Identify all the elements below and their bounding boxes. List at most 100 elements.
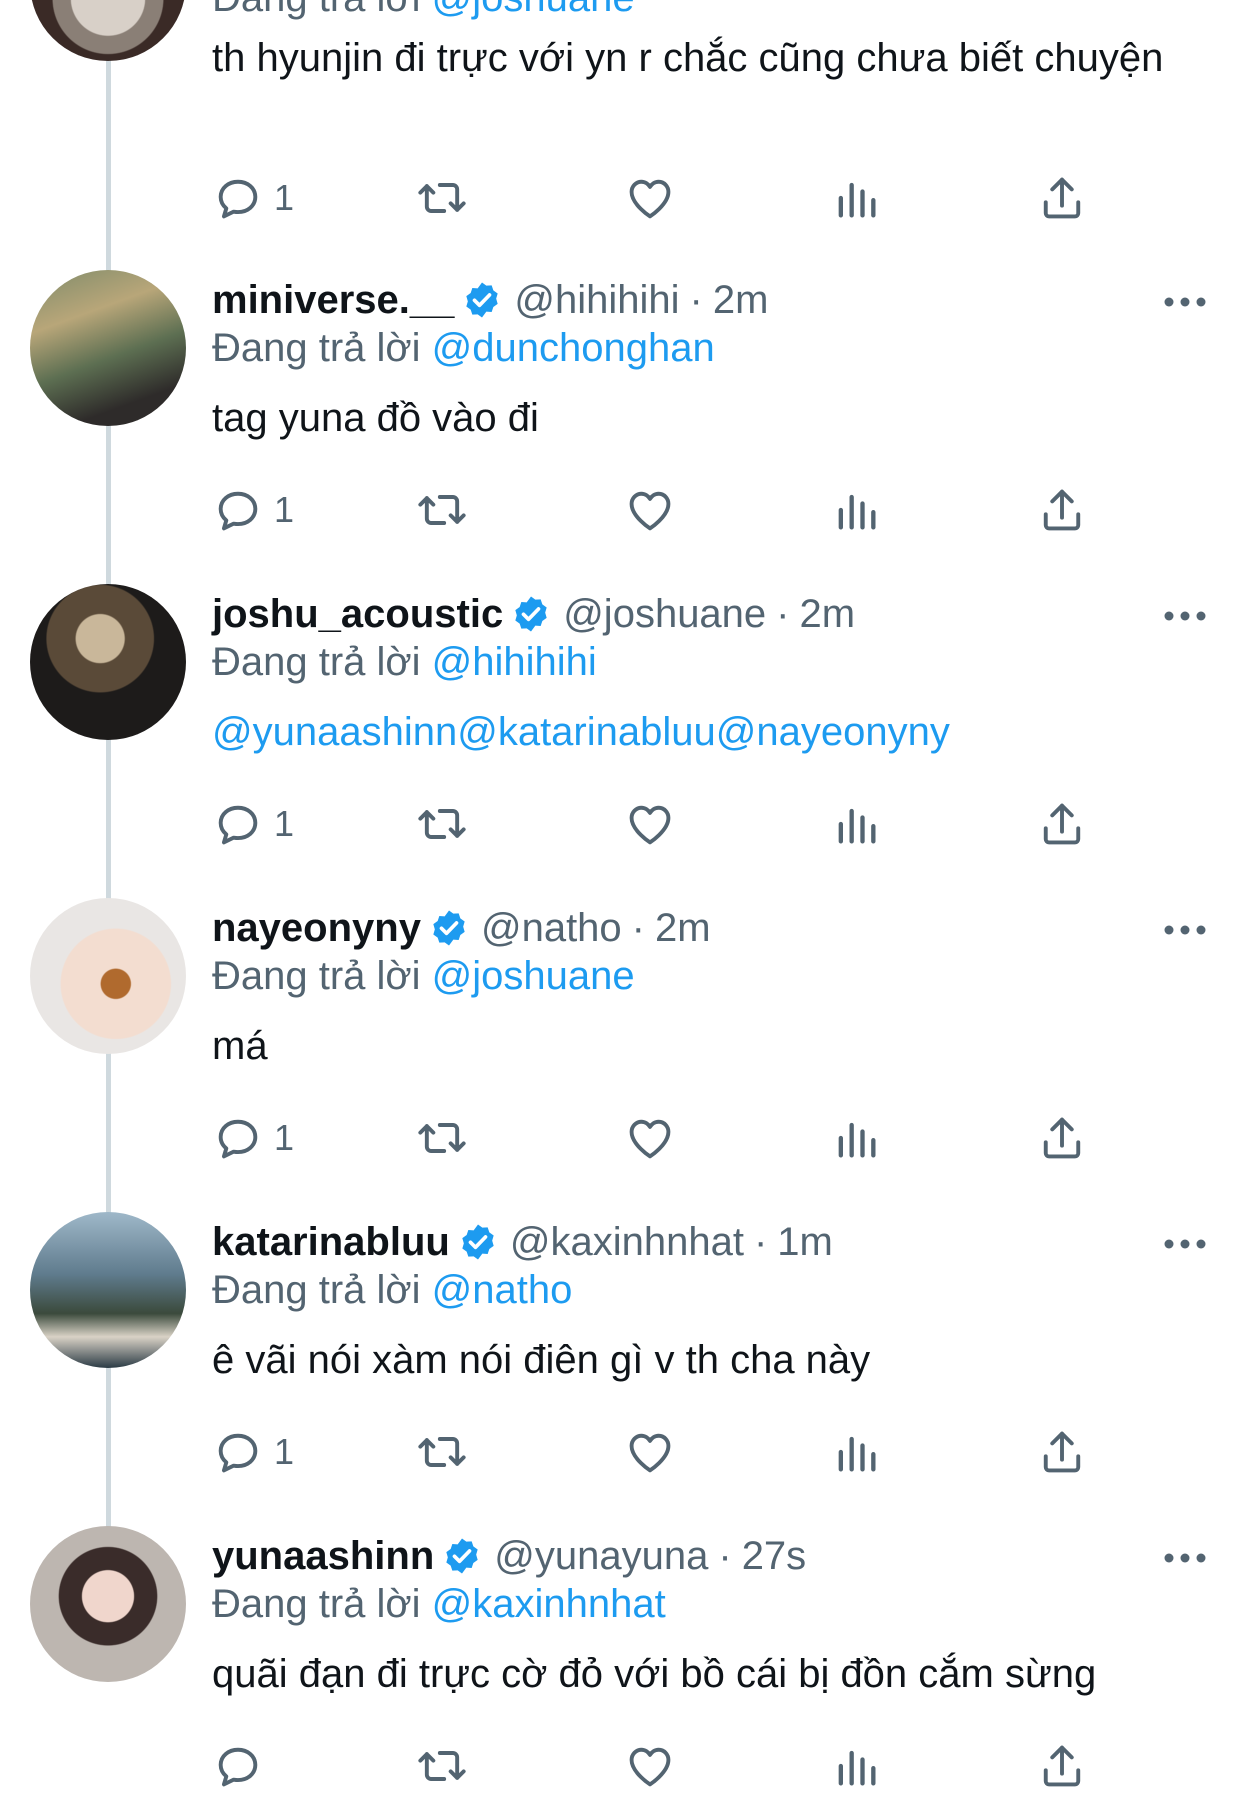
user-handle[interactable]: @yunayuna — [494, 1532, 708, 1580]
verified-badge-icon — [466, 282, 499, 318]
tweet-header: nayeonyny @natho · 2m — [212, 904, 711, 952]
user-handle[interactable]: @natho — [481, 904, 622, 952]
display-name[interactable]: miniverse.__ — [212, 276, 454, 324]
avatar[interactable] — [30, 1526, 186, 1682]
verified-badge-icon — [446, 1538, 478, 1574]
more-icon[interactable] — [1160, 1234, 1210, 1254]
share-button[interactable] — [1036, 794, 1088, 854]
views-button[interactable] — [830, 794, 882, 854]
views-icon — [838, 1122, 876, 1158]
share-button[interactable] — [1036, 480, 1088, 540]
views-button[interactable] — [830, 168, 882, 228]
heart-icon — [629, 1747, 671, 1787]
user-handle[interactable]: @joshuane — [563, 590, 766, 638]
reply-to-mention[interactable]: @dunchonghan — [432, 326, 715, 370]
reply-button[interactable]: 1 — [212, 794, 294, 854]
user-handle[interactable]: @kaxinhnhat — [510, 1218, 744, 1266]
timestamp[interactable]: 2m — [713, 276, 769, 324]
tweet-actions — [212, 1736, 1112, 1796]
avatar[interactable] — [30, 0, 186, 61]
display-name[interactable]: katarinabluu — [212, 1218, 450, 1266]
reply-icon — [218, 805, 258, 845]
views-button[interactable] — [830, 1108, 882, 1168]
separator: · — [689, 278, 703, 322]
display-name[interactable]: joshu_acoustic — [212, 590, 503, 638]
like-button[interactable] — [624, 794, 676, 854]
reply-to-mention[interactable]: @joshuane — [432, 0, 635, 20]
timestamp[interactable]: 1m — [777, 1218, 833, 1266]
retweet-button[interactable] — [416, 1736, 468, 1796]
reply-button[interactable] — [212, 1736, 274, 1796]
more-icon[interactable] — [1160, 292, 1210, 312]
tweet-header: katarinabluu @kaxinhnhat · 1m — [212, 1218, 833, 1266]
share-button[interactable] — [1036, 168, 1088, 228]
reply-to-mention[interactable]: @kaxinhnhat — [432, 1582, 666, 1626]
retweet-icon — [418, 495, 466, 525]
retweet-button[interactable] — [416, 1422, 468, 1482]
tweet-text: tag yuna đồ vào đi — [212, 396, 539, 440]
more-icon[interactable] — [1160, 1548, 1210, 1568]
timestamp[interactable]: 2m — [655, 904, 711, 952]
display-name[interactable]: nayeonyny — [212, 904, 421, 952]
share-icon — [1043, 1745, 1081, 1787]
tweet-text-mentions[interactable]: @yunaashinn@katarinabluu@nayeonyny — [212, 706, 1212, 758]
retweet-icon — [418, 183, 466, 213]
share-button[interactable] — [1036, 1736, 1088, 1796]
retweet-icon — [418, 1751, 466, 1781]
views-icon — [838, 808, 876, 844]
views-button[interactable] — [830, 1422, 882, 1482]
timestamp[interactable]: 27s — [742, 1532, 807, 1580]
reply-button[interactable]: 1 — [212, 1108, 294, 1168]
tweet-header: miniverse.__ @hihihihi · 2m — [212, 276, 768, 324]
reply-to-mention[interactable]: @hihihihi — [432, 640, 597, 684]
like-button[interactable] — [624, 168, 676, 228]
reply-button[interactable]: 1 — [212, 1422, 294, 1482]
retweet-button[interactable] — [416, 794, 468, 854]
verified-badge-icon — [433, 910, 465, 946]
avatar[interactable] — [30, 1212, 186, 1368]
like-button[interactable] — [624, 480, 676, 540]
display-name[interactable]: yunaashinn — [212, 1532, 434, 1580]
share-button[interactable] — [1036, 1422, 1088, 1482]
views-button[interactable] — [830, 480, 882, 540]
retweet-button[interactable] — [416, 1108, 468, 1168]
reply-count: 1 — [274, 489, 295, 530]
reply-context: Đang trả lời @natho — [212, 1268, 573, 1312]
reply-button[interactable]: 1 — [212, 168, 294, 228]
retweet-button[interactable] — [416, 480, 468, 540]
separator: · — [753, 1220, 768, 1264]
views-icon — [838, 1436, 876, 1472]
avatar[interactable] — [30, 584, 186, 740]
more-icon[interactable] — [1160, 606, 1210, 626]
reply-to-mention[interactable]: @natho — [432, 1268, 573, 1312]
retweet-button[interactable] — [416, 168, 468, 228]
separator: · — [631, 906, 645, 950]
share-icon — [1043, 803, 1081, 845]
share-button[interactable] — [1036, 1108, 1088, 1168]
avatar[interactable] — [30, 270, 186, 426]
more-icon[interactable] — [1160, 920, 1210, 940]
tweet-text: th hyunjin đi trực với yn r chắc cũng ch… — [212, 36, 1164, 80]
reply-button[interactable]: 1 — [212, 480, 294, 540]
retweet-icon — [418, 1123, 466, 1153]
reply-icon — [218, 1747, 258, 1787]
retweet-icon — [418, 809, 466, 839]
like-button[interactable] — [624, 1108, 676, 1168]
avatar[interactable] — [30, 898, 186, 1054]
views-icon — [838, 1750, 876, 1786]
reply-count: 1 — [274, 177, 295, 218]
reply-icon — [218, 1119, 258, 1159]
like-button[interactable] — [624, 1422, 676, 1482]
timestamp[interactable]: 2m — [800, 590, 856, 638]
tweet-actions: 1 — [212, 794, 1112, 854]
views-icon — [838, 182, 876, 218]
reply-context: Đang trả lời @joshuane — [212, 954, 635, 998]
reply-count: 1 — [274, 803, 295, 844]
share-icon — [1043, 177, 1081, 219]
heart-icon — [629, 805, 671, 845]
like-button[interactable] — [624, 1736, 676, 1796]
user-handle[interactable]: @hihihihi — [514, 276, 679, 324]
tweet-actions: 1 — [212, 480, 1112, 540]
views-button[interactable] — [830, 1736, 882, 1796]
reply-to-mention[interactable]: @joshuane — [432, 954, 635, 998]
